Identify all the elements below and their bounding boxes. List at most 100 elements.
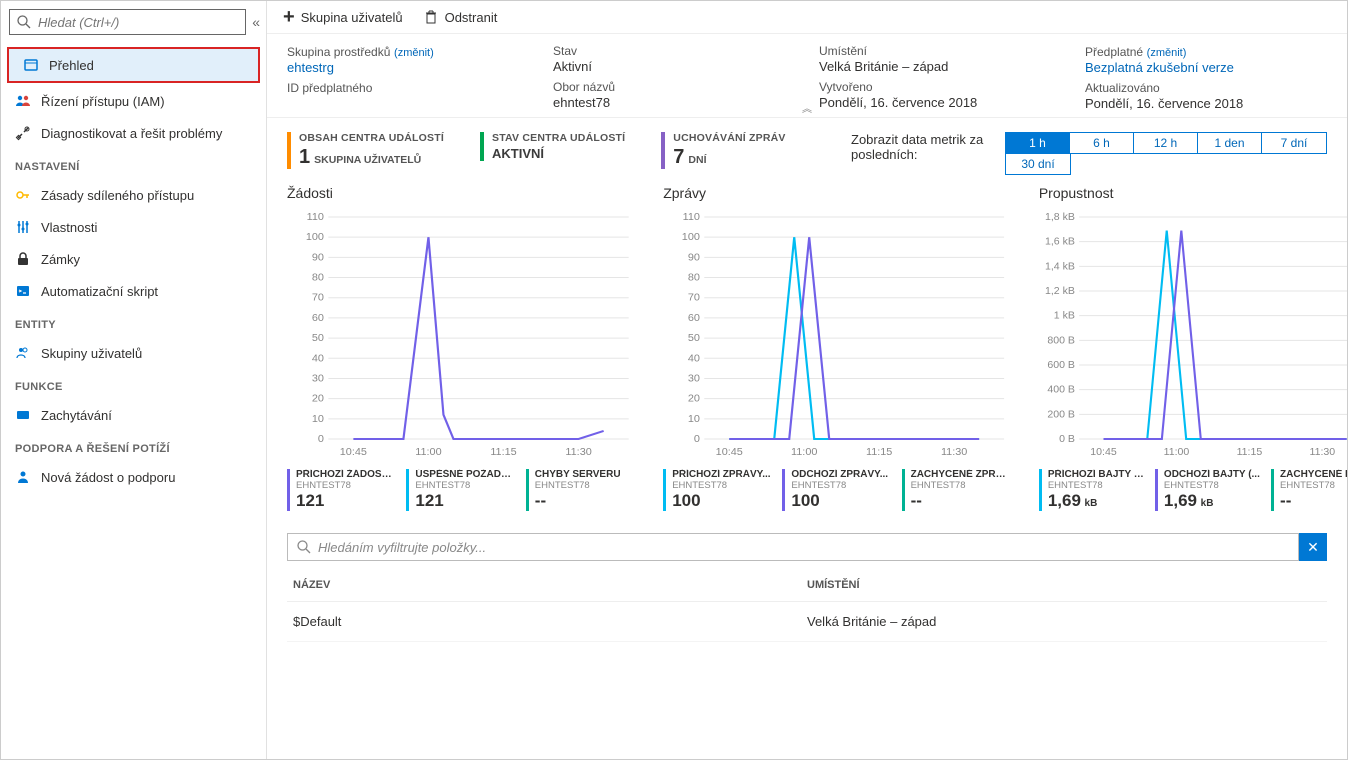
filter-row: Hledáním vyfiltrujte položky... ✕ xyxy=(287,533,1327,561)
timerange-7d[interactable]: 7 dní xyxy=(1262,133,1326,153)
svg-text:40: 40 xyxy=(312,354,324,365)
td-name: $Default xyxy=(293,614,807,629)
svg-text:0: 0 xyxy=(318,434,324,445)
legend-item: ZACHYCENÉ ZPRÁVYEHNTEST78-- xyxy=(902,469,1011,511)
nav-overview[interactable]: Přehled xyxy=(7,47,260,83)
nav-capture-label: Zachytávání xyxy=(41,408,112,423)
nav-locks-label: Zámky xyxy=(41,252,80,267)
sidebar: « Přehled Řízení přístupu (IAM) Diagnost… xyxy=(1,1,267,759)
search-icon xyxy=(16,14,32,30)
sub-value[interactable]: Bezplatná zkušební verze xyxy=(1085,60,1327,75)
legend-sub: EHNTEST78 xyxy=(672,480,772,491)
add-consumer-group-button[interactable]: + Skupina uživatelů xyxy=(283,10,403,25)
rg-label: Skupina prostředků xyxy=(287,45,390,59)
legend-item: ODCHOZÍ ZPRÁVY...EHNTEST78100 xyxy=(782,469,891,511)
nav-iam[interactable]: Řízení přístupu (IAM) xyxy=(1,85,266,117)
filter-box[interactable]: Hledáním vyfiltrujte položky... xyxy=(287,533,1299,561)
sidebar-search-input[interactable] xyxy=(38,15,239,30)
nav-shared-access[interactable]: Zásady sdíleného přístupu xyxy=(1,179,266,211)
svg-text:40: 40 xyxy=(688,354,700,365)
counter-retention: UCHOVÁVÁNÍ ZPRÁV 7DNÍ xyxy=(661,132,785,169)
ns-value: ehntest78 xyxy=(553,95,795,110)
people-icon xyxy=(15,93,31,109)
legend-value: -- xyxy=(1280,491,1291,510)
chart-throughput-title: Propustnost xyxy=(1039,185,1347,201)
legend-value: 121 xyxy=(415,491,443,510)
nav-locks[interactable]: Zámky xyxy=(1,243,266,275)
timerange-30d[interactable]: 30 dní xyxy=(1006,154,1070,174)
svg-text:11:30: 11:30 xyxy=(565,447,592,458)
svg-text:90: 90 xyxy=(312,253,324,264)
nav-shared-access-label: Zásady sdíleného přístupu xyxy=(41,188,194,203)
consumer-groups-table: NÁZEV UMÍSTĚNÍ $Default Velká Británie –… xyxy=(287,569,1327,642)
svg-text:110: 110 xyxy=(307,212,325,223)
nav-automation[interactable]: Automatizační skript xyxy=(1,275,266,307)
timerange-label: Zobrazit data metrik za posledních: xyxy=(851,132,991,162)
th-name[interactable]: NÁZEV xyxy=(293,579,807,591)
svg-text:20: 20 xyxy=(312,394,324,405)
nav-consumer-groups[interactable]: Skupiny uživatelů xyxy=(1,337,266,369)
legend-title: ZACHYCENÉ BAJTY xyxy=(1280,469,1347,480)
chart-throughput[interactable]: Propustnost 0 B200 B400 B600 B800 B1 kB1… xyxy=(1039,185,1347,511)
chart-requests[interactable]: Žádosti 010203040506070809010011010:4511… xyxy=(287,185,635,511)
timerange-1d[interactable]: 1 den xyxy=(1198,133,1262,153)
svg-text:30: 30 xyxy=(688,374,700,385)
legend-sub: EHNTEST78 xyxy=(1280,480,1347,491)
lock-icon xyxy=(15,251,31,267)
section-settings: NASTAVENÍ xyxy=(1,149,266,179)
svg-text:600 B: 600 B xyxy=(1047,360,1075,371)
filter-clear-button[interactable]: ✕ xyxy=(1299,533,1327,561)
collapse-sidebar-icon[interactable]: « xyxy=(252,14,260,30)
legend-value: -- xyxy=(911,491,922,510)
nav-properties-label: Vlastnosti xyxy=(41,220,97,235)
delete-label: Odstranit xyxy=(445,10,498,25)
nav-capture[interactable]: Zachytávání xyxy=(1,399,266,431)
table-row[interactable]: $Default Velká Británie – západ xyxy=(287,602,1327,642)
timerange-toggle-wrap: 1 h 6 h 12 h 1 den 7 dní 30 dní xyxy=(1005,132,1327,175)
svg-text:1,2 kB: 1,2 kB xyxy=(1045,286,1075,297)
svg-text:80: 80 xyxy=(312,273,324,284)
sub-change-link[interactable]: (změnit) xyxy=(1147,47,1187,59)
timerange-6h[interactable]: 6 h xyxy=(1070,133,1134,153)
th-loc[interactable]: UMÍSTĚNÍ xyxy=(807,579,1321,591)
svg-text:20: 20 xyxy=(688,394,700,405)
sidebar-search[interactable] xyxy=(9,9,246,35)
timerange-12h[interactable]: 12 h xyxy=(1134,133,1198,153)
svg-text:90: 90 xyxy=(688,253,700,264)
key-icon xyxy=(15,187,31,203)
chart-throughput-legend: PŘÍCHOZÍ BAJTY (...EHNTEST781,69 kBODCHO… xyxy=(1039,469,1347,511)
legend-title: ODCHOZÍ ZPRÁVY... xyxy=(791,469,891,480)
add-consumer-group-label: Skupina uživatelů xyxy=(301,10,403,25)
counter-content-unit: SKUPINA UŽIVATELŮ xyxy=(314,154,421,166)
rg-value[interactable]: ehtestrg xyxy=(287,60,529,75)
svg-text:0 B: 0 B xyxy=(1059,434,1075,445)
nav-properties[interactable]: Vlastnosti xyxy=(1,211,266,243)
legend-item: ZACHYCENÉ BAJTYEHNTEST78-- xyxy=(1271,469,1347,511)
charts-row: Žádosti 010203040506070809010011010:4511… xyxy=(267,185,1347,519)
ns-label: Obor názvů xyxy=(553,80,795,94)
timerange-1h[interactable]: 1 h xyxy=(1006,133,1070,153)
counter-retention-num: 7 xyxy=(673,146,684,169)
svg-text:0: 0 xyxy=(694,434,700,445)
nav-diagnose-label: Diagnostikovat a řešit problémy xyxy=(41,126,222,141)
nav-diagnose[interactable]: Diagnostikovat a řešit problémy xyxy=(1,117,266,149)
chart-messages[interactable]: Zprávy 010203040506070809010011010:4511:… xyxy=(663,185,1011,511)
nav-support-request[interactable]: Nová žádost o podporu xyxy=(1,461,266,493)
section-functions: FUNKCE xyxy=(1,369,266,399)
legend-title: PŘÍCHOZÍ ZPRÁVY... xyxy=(672,469,772,480)
rg-change-link[interactable]: (změnit) xyxy=(394,47,434,59)
legend-item: ODCHOZÍ BAJTY (...EHNTEST781,69 kB xyxy=(1155,469,1261,511)
loc-label: Umístění xyxy=(819,44,1061,58)
sub-label: Předplatné xyxy=(1085,45,1143,59)
legend-title: ZACHYCENÉ ZPRÁVY xyxy=(911,469,1011,480)
chart-messages-title: Zprávy xyxy=(663,185,1011,201)
svg-text:10:45: 10:45 xyxy=(716,447,743,458)
timerange-toggle: 1 h 6 h 12 h 1 den 7 dní xyxy=(1005,132,1327,154)
legend-value: -- xyxy=(535,491,546,510)
svg-text:1,4 kB: 1,4 kB xyxy=(1045,262,1075,273)
delete-button[interactable]: Odstranit xyxy=(423,9,498,25)
collapse-essentials-icon[interactable]: ︽ xyxy=(802,100,812,115)
essentials-panel: Skupina prostředků (změnit) ehtestrg ID … xyxy=(267,34,1347,118)
legend-sub: EHNTEST78 xyxy=(791,480,891,491)
legend-unit: kB xyxy=(1201,498,1214,509)
